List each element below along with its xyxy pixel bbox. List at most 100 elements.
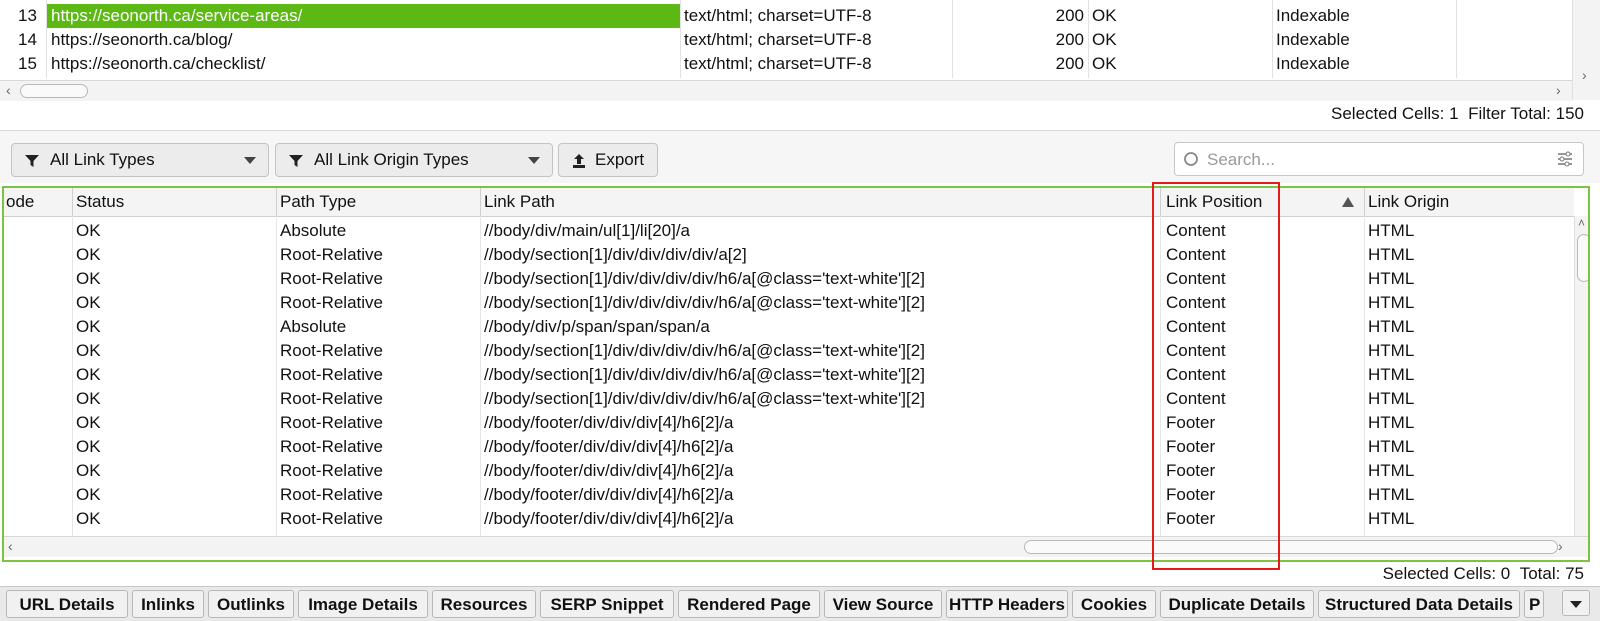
link-origin-cell[interactable]: HTML bbox=[1368, 411, 1568, 435]
table-row[interactable]: OK Root-Relative //body/section[1]/div/div… bbox=[4, 387, 1574, 411]
link-position-cell[interactable]: Content bbox=[1166, 219, 1360, 243]
link-origin-cell[interactable]: HTML bbox=[1368, 387, 1568, 411]
tab-view-source[interactable]: View Source bbox=[824, 590, 942, 618]
link-origin-cell[interactable]: HTML bbox=[1368, 219, 1568, 243]
table-row[interactable]: OK Root-Relative //body/section[1]/div/div… bbox=[4, 243, 1574, 267]
sort-ascending-icon[interactable] bbox=[1342, 197, 1354, 207]
column-divider[interactable] bbox=[72, 188, 73, 216]
link-path-cell[interactable]: //body/section[1]/div/div/div/div/h6/a[@… bbox=[484, 387, 1156, 411]
status-cell[interactable]: OK bbox=[76, 507, 272, 531]
table-row[interactable]: OK Root-Relative //body/section[1]/div/div… bbox=[4, 267, 1574, 291]
link-position-cell[interactable]: Content bbox=[1166, 243, 1360, 267]
chevron-up-icon[interactable]: ˄ bbox=[1578, 214, 1585, 232]
column-header-path-type[interactable]: Path Type bbox=[280, 188, 356, 216]
link-origin-cell[interactable]: HTML bbox=[1368, 339, 1568, 363]
status-cell[interactable]: OK bbox=[76, 435, 272, 459]
chevron-left-icon[interactable]: ‹ bbox=[8, 537, 13, 555]
tab-http-headers[interactable]: HTTP Headers bbox=[946, 590, 1068, 618]
link-origin-cell[interactable]: HTML bbox=[1368, 267, 1568, 291]
link-path-cell[interactable]: //body/section[1]/div/div/div/div/h6/a[@… bbox=[484, 267, 1156, 291]
tab-p[interactable]: P bbox=[1524, 590, 1544, 618]
table-row[interactable]: OK Root-Relative //body/section[1]/div/div… bbox=[4, 363, 1574, 387]
url-cell[interactable]: https://seonorth.ca/blog/ bbox=[51, 28, 671, 52]
indexability-cell[interactable]: Indexable bbox=[1276, 28, 1452, 52]
column-header-status[interactable]: Status bbox=[76, 188, 124, 216]
indexability-cell[interactable]: Indexable bbox=[1276, 4, 1452, 28]
table-row[interactable]: OK Root-Relative //body/footer/div/div/div… bbox=[4, 459, 1574, 483]
status-cell[interactable]: OK bbox=[76, 291, 272, 315]
scrollbar-thumb[interactable] bbox=[1024, 540, 1558, 554]
tab-serp-snippet[interactable]: SERP Snippet bbox=[540, 590, 674, 618]
link-path-cell[interactable]: //body/div/main/ul[1]/li[20]/a bbox=[484, 219, 1156, 243]
status-code-cell[interactable]: 200 bbox=[1030, 28, 1084, 52]
chevron-right-icon[interactable]: › bbox=[1582, 66, 1587, 84]
link-position-cell[interactable]: Content bbox=[1166, 315, 1360, 339]
column-divider[interactable] bbox=[276, 188, 277, 216]
link-position-cell[interactable]: Content bbox=[1166, 291, 1360, 315]
link-path-cell[interactable]: //body/footer/div/div/div[4]/h6[2]/a bbox=[484, 435, 1156, 459]
link-position-cell[interactable]: Footer bbox=[1166, 411, 1360, 435]
path-type-cell[interactable]: Root-Relative bbox=[280, 483, 476, 507]
link-path-cell[interactable]: //body/section[1]/div/div/div/div/a[2] bbox=[484, 243, 1156, 267]
link-origin-types-dropdown[interactable]: All Link Origin Types bbox=[275, 143, 553, 177]
top-horizontal-scrollbar[interactable]: ‹ › bbox=[0, 80, 1572, 101]
link-origin-cell[interactable]: HTML bbox=[1368, 507, 1568, 531]
table-row[interactable]: OK Absolute //body/div/p/span/span/span/a C… bbox=[4, 315, 1574, 339]
path-type-cell[interactable]: Root-Relative bbox=[280, 459, 476, 483]
status-cell[interactable]: OK bbox=[76, 267, 272, 291]
link-position-cell[interactable]: Footer bbox=[1166, 459, 1360, 483]
status-cell[interactable]: OK bbox=[76, 219, 272, 243]
chevron-right-icon[interactable]: › bbox=[1558, 537, 1563, 555]
status-cell[interactable]: OK bbox=[1092, 4, 1268, 28]
inlinks-vertical-scrollbar[interactable]: ˄ bbox=[1574, 214, 1588, 536]
link-origin-cell[interactable]: HTML bbox=[1368, 315, 1568, 339]
path-type-cell[interactable]: Root-Relative bbox=[280, 291, 476, 315]
tab-resources[interactable]: Resources bbox=[432, 590, 536, 618]
url-cell-selected[interactable]: https://seonorth.ca/service-areas/ bbox=[47, 4, 680, 28]
table-row[interactable]: OK Root-Relative //body/section[1]/div/div… bbox=[4, 291, 1574, 315]
link-path-cell[interactable]: //body/section[1]/div/div/div/div/h6/a[@… bbox=[484, 339, 1156, 363]
status-code-cell[interactable]: 200 bbox=[1030, 52, 1084, 76]
status-cell[interactable]: OK bbox=[76, 363, 272, 387]
filter-settings-icon[interactable] bbox=[1557, 151, 1573, 167]
link-position-cell[interactable]: Content bbox=[1166, 267, 1360, 291]
column-header-code[interactable]: ode bbox=[6, 188, 34, 216]
scrollbar-thumb[interactable] bbox=[20, 84, 88, 98]
status-cell[interactable]: OK bbox=[76, 339, 272, 363]
link-origin-cell[interactable]: HTML bbox=[1368, 483, 1568, 507]
link-position-cell[interactable]: Footer bbox=[1166, 435, 1360, 459]
indexability-cell[interactable]: Indexable bbox=[1276, 52, 1452, 76]
path-type-cell[interactable]: Root-Relative bbox=[280, 387, 476, 411]
tab-duplicate-details[interactable]: Duplicate Details bbox=[1160, 590, 1314, 618]
link-position-cell[interactable]: Content bbox=[1166, 339, 1360, 363]
table-row[interactable]: OK Root-Relative //body/footer/div/div/div… bbox=[4, 435, 1574, 459]
status-code-cell[interactable]: 200 bbox=[1030, 4, 1084, 28]
status-cell[interactable]: OK bbox=[76, 483, 272, 507]
top-vertical-scrollbar[interactable]: › bbox=[1572, 0, 1600, 100]
path-type-cell[interactable]: Root-Relative bbox=[280, 411, 476, 435]
tabs-overflow-button[interactable] bbox=[1562, 590, 1590, 616]
tab-structured-data-details[interactable]: Structured Data Details bbox=[1318, 590, 1520, 618]
table-row[interactable]: OK Root-Relative //body/footer/div/div/div… bbox=[4, 411, 1574, 435]
inlinks-horizontal-scrollbar[interactable]: ‹ › bbox=[4, 536, 1588, 557]
path-type-cell[interactable]: Root-Relative bbox=[280, 243, 476, 267]
status-cell[interactable]: OK bbox=[1092, 28, 1268, 52]
status-cell[interactable]: OK bbox=[76, 411, 272, 435]
path-type-cell[interactable]: Root-Relative bbox=[280, 267, 476, 291]
tab-inlinks[interactable]: Inlinks bbox=[132, 590, 204, 618]
content-type-cell[interactable]: text/html; charset=UTF-8 bbox=[684, 52, 949, 76]
table-row[interactable]: OK Root-Relative //body/footer/div/div/div… bbox=[4, 483, 1574, 507]
status-cell[interactable]: OK bbox=[76, 387, 272, 411]
tab-image-details[interactable]: Image Details bbox=[298, 590, 428, 618]
column-divider[interactable] bbox=[480, 188, 481, 216]
link-position-cell[interactable]: Footer bbox=[1166, 507, 1360, 531]
column-header-link-origin[interactable]: Link Origin bbox=[1368, 188, 1449, 216]
link-path-cell[interactable]: //body/section[1]/div/div/div/div/h6/a[@… bbox=[484, 363, 1156, 387]
status-cell[interactable]: OK bbox=[1092, 52, 1268, 76]
tab-rendered-page[interactable]: Rendered Page bbox=[678, 590, 820, 618]
tab-cookies[interactable]: Cookies bbox=[1072, 590, 1156, 618]
link-origin-cell[interactable]: HTML bbox=[1368, 291, 1568, 315]
chevron-left-icon[interactable]: ‹ bbox=[6, 81, 11, 99]
url-cell[interactable]: https://seonorth.ca/checklist/ bbox=[51, 52, 671, 76]
link-path-cell[interactable]: //body/footer/div/div/div[4]/h6[2]/a bbox=[484, 459, 1156, 483]
